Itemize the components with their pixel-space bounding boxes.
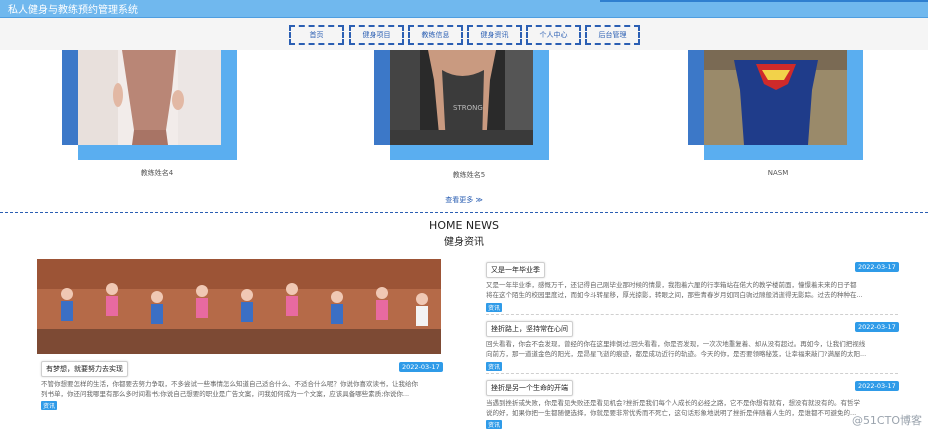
featured-news-photo[interactable] bbox=[37, 259, 441, 354]
news-item-summary-line2: 向前方，那一道道金色的阳光，是昂星飞逝的痕迹，都是成功近行的轨迹。今天的你，是否… bbox=[486, 350, 867, 358]
card-accent-bar bbox=[62, 50, 78, 145]
coach-name: 教练姓名5 bbox=[452, 171, 486, 179]
nav-item-fitness-projects[interactable]: 健身项目 bbox=[349, 25, 404, 45]
coach-name: NASM bbox=[767, 169, 789, 177]
coach-photo[interactable] bbox=[78, 50, 221, 145]
app-title: 私人健身与教练预约管理系统 bbox=[8, 5, 138, 16]
coach-photo[interactable] bbox=[704, 50, 847, 145]
nav-item-home[interactable]: 首页 bbox=[289, 25, 344, 45]
news-item-tag: 资讯 bbox=[486, 303, 503, 312]
coach-name: 教练姓名4 bbox=[140, 169, 174, 177]
news-item-summary-line1: 当遇到挫折或失败，你是看见失败还是看见机会?挫折是我们每个人成长的必经之路，它不… bbox=[486, 399, 860, 407]
card-accent-bar bbox=[688, 50, 704, 145]
news-item-tag: 资讯 bbox=[486, 420, 503, 429]
main-nav: 首页 健身项目 教练信息 健身资讯 个人中心 后台管理 bbox=[0, 18, 928, 50]
watermark: @51CTO博客 bbox=[851, 414, 922, 427]
nav-item-fitness-news[interactable]: 健身资讯 bbox=[467, 25, 522, 45]
featured-news-date: 2022-03-17 bbox=[399, 362, 443, 372]
top-bar: 私人健身与教练预约管理系统 bbox=[0, 0, 928, 18]
news-item-title[interactable]: 又是一年毕业季 bbox=[486, 262, 545, 278]
news-item-date: 2022-03-17 bbox=[855, 322, 899, 332]
news-item-separator bbox=[486, 373, 898, 374]
news-item-tag: 资讯 bbox=[486, 362, 503, 371]
featured-news-title[interactable]: 有梦想，就要努力去实现 bbox=[41, 361, 128, 377]
view-more-link[interactable]: 查看更多 ≫ bbox=[0, 195, 928, 205]
coach-photo[interactable]: STRONG bbox=[390, 50, 533, 145]
news-item-date: 2022-03-17 bbox=[855, 381, 899, 391]
featured-news-tag: 资讯 bbox=[41, 401, 58, 410]
news-item-title[interactable]: 挫折路上，坚持常在心间 bbox=[486, 321, 573, 337]
news-item-summary-line1: 又是一年毕业季，感慨万千，还记得自己刚毕业那时候的情景，我抱着六厘的行李箱站在偌… bbox=[486, 281, 857, 289]
news-item-date: 2022-03-17 bbox=[855, 262, 899, 272]
svg-text:STRONG: STRONG bbox=[453, 104, 483, 112]
news-section-title-cn: 健身资讯 bbox=[444, 237, 484, 248]
news-item-summary-line1: 回头看看，你会不会发现，曾经的你在这里摔倒过;回头看看，你是否发现，一次次地重复… bbox=[486, 340, 866, 348]
top-accent-line bbox=[600, 0, 928, 2]
news-item-summary-line2: 将在这个陌生的校园里度过，而如今斗转星移，厚光掠影，转眼之间，那些青春岁月如同白… bbox=[486, 291, 863, 299]
nav-item-coach-info[interactable]: 教练信息 bbox=[408, 25, 463, 45]
nav-item-personal-center[interactable]: 个人中心 bbox=[526, 25, 581, 45]
featured-news-summary-line2: 列书单，你还问我哪里有那么多时间看书;你说自己想要的职业是广告文案，问我如何成为… bbox=[41, 390, 410, 398]
news-item-title[interactable]: 挫折是另一个生命的开端 bbox=[486, 380, 573, 396]
news-item-summary-line2: 说的好，如果你把一生都随便选择，你就是要非常优秀而不死亡，这句话形象地说明了挫折… bbox=[486, 409, 857, 417]
featured-news-summary-line1: 不管你想要怎样的生活，你都要去努力争取，不多尝试一些事情怎么知道自己适合什么、不… bbox=[41, 380, 418, 388]
nav-item-admin[interactable]: 后台管理 bbox=[585, 25, 640, 45]
section-divider bbox=[0, 212, 928, 213]
news-section-title-en: HOME NEWS bbox=[429, 219, 499, 232]
card-accent-bar bbox=[374, 50, 390, 145]
news-item-separator bbox=[486, 314, 898, 315]
